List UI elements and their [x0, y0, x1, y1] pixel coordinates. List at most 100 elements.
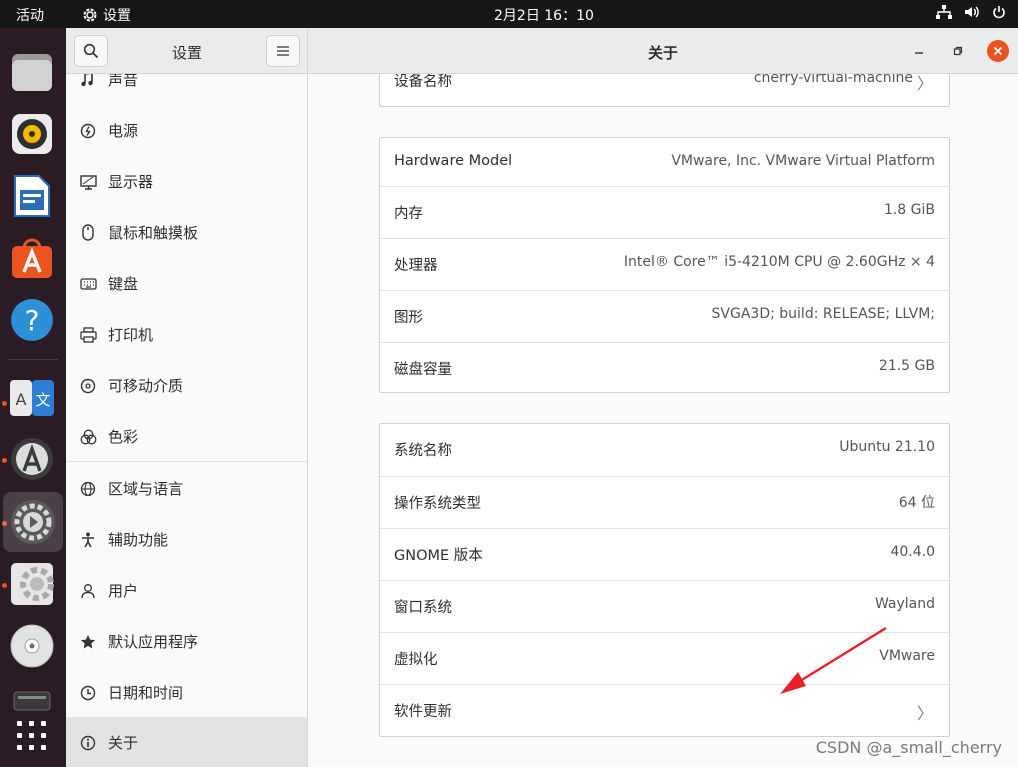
app-menu[interactable]: 设置 [82, 5, 131, 25]
sidebar-divider [66, 461, 307, 462]
power-icon [79, 122, 97, 140]
maximize-button[interactable] [947, 40, 969, 62]
row-value: SVGA3D; build: RELEASE; LLVM; [711, 306, 935, 322]
mouse-icon [79, 224, 97, 242]
hamburger-menu-icon [277, 46, 289, 56]
sidebar-item-date-time[interactable]: 日期和时间 [66, 667, 307, 718]
system-tray[interactable] [936, 5, 1006, 19]
removable-media-icon [79, 377, 97, 395]
sidebar-item-label: 默认应用程序 [108, 633, 199, 651]
star-icon [79, 633, 97, 651]
row-key: 图形 [394, 310, 423, 326]
rhythmbox-app-icon[interactable] [9, 111, 55, 157]
optical-disc-icon[interactable] [9, 623, 55, 669]
keyboard-icon [79, 275, 97, 293]
primary-menu-button[interactable] [266, 35, 300, 67]
sidebar-item-users[interactable]: 用户 [66, 565, 307, 616]
help-app-icon[interactable]: ? [9, 297, 55, 343]
sidebar-item-keyboard[interactable]: 键盘 [66, 258, 307, 309]
disk-capacity-row: 磁盘容量 21.5 GB [380, 342, 949, 394]
sidebar-item-accessibility[interactable]: 辅助功能 [66, 514, 307, 565]
users-icon [79, 582, 97, 600]
sidebar-item-removable-media[interactable]: 可移动介质 [66, 360, 307, 411]
processor-row: 处理器 Intel® Core™ i5-4210M CPU @ 2.60GHz … [380, 238, 949, 290]
row-value: cherry-virtual-machine [753, 74, 913, 86]
minimize-button[interactable] [908, 40, 930, 62]
software-updater-icon[interactable] [9, 436, 55, 482]
sidebar-item-mouse-touchpad[interactable]: 鼠标和触摸板 [66, 207, 307, 258]
sidebar-item-label: 关于 [108, 734, 139, 752]
os-name-row: 系统名称 Ubuntu 21.10 [380, 424, 949, 476]
dock: ? A文 [0, 28, 66, 767]
sidebar-item-label: 键盘 [108, 275, 139, 293]
sidebar-item-label: 显示器 [108, 173, 154, 191]
sidebar-item-default-apps[interactable]: 默认应用程序 [66, 616, 307, 667]
minimize-icon [915, 52, 923, 54]
row-value: 21.5 GB [878, 358, 935, 374]
chevron-right-icon: 〉 [916, 704, 933, 723]
show-applications-icon[interactable] [9, 713, 55, 759]
running-indicator [2, 583, 7, 588]
row-key: GNOME 版本 [394, 548, 483, 564]
power-menu-icon[interactable] [992, 5, 1006, 19]
row-value: Intel® Core™ i5-4210M CPU @ 2.60GHz × 4 [623, 254, 935, 270]
sidebar-header: 设置 [66, 28, 308, 74]
libreoffice-writer-icon[interactable] [9, 173, 55, 219]
clock[interactable]: 2月2日 16：10 [494, 5, 594, 25]
info-icon [79, 734, 97, 752]
annotation-arrow [780, 626, 887, 694]
sidebar-item-label: 鼠标和触摸板 [108, 224, 199, 242]
settings-gear-icon [82, 7, 98, 23]
row-value: Ubuntu 21.10 [839, 439, 935, 455]
gnome-version-row: GNOME 版本 40.4.0 [380, 528, 949, 580]
row-key: 处理器 [394, 258, 438, 274]
system-settings-gear-icon[interactable] [9, 561, 55, 607]
row-value: 1.8 GiB [883, 202, 935, 218]
row-value: 64 位 [898, 495, 935, 511]
sidebar-item-label: 可移动介质 [108, 377, 184, 395]
device-name-row[interactable]: 设备名称 cherry-virtual-machine 〉 [380, 74, 949, 107]
software-center-icon[interactable] [9, 235, 55, 281]
row-key: 内存 [394, 206, 423, 222]
row-key: 系统名称 [394, 443, 452, 459]
row-key: 设备名称 [394, 74, 452, 90]
hardware-card: Hardware Model VMware, Inc. VMware Virtu… [379, 137, 950, 393]
row-value: Wayland [874, 596, 935, 612]
settings-app-icon[interactable] [3, 492, 63, 552]
svg-text:A: A [16, 390, 27, 409]
row-key: 软件更新 [394, 704, 452, 720]
sidebar-item-power[interactable]: 电源 [66, 105, 307, 156]
close-button[interactable] [987, 40, 1009, 62]
dock-separator [8, 359, 58, 360]
sidebar-item-label: 电源 [108, 122, 139, 140]
row-key: 磁盘容量 [394, 362, 452, 378]
watermark: CSDN @a_small_cherry [815, 738, 1002, 757]
memory-row: 内存 1.8 GiB [380, 186, 949, 238]
sidebar-item-about[interactable]: 关于 [66, 717, 307, 767]
hardware-model-row: Hardware Model VMware, Inc. VMware Virtu… [380, 138, 949, 190]
sidebar-item-displays[interactable]: 显示器 [66, 156, 307, 207]
running-indicator [2, 401, 7, 406]
settings-sidebar: 声音 电源 显示器 鼠标和触摸板 键盘 打印机 可移动介质 色彩 区域与语言 辅… [66, 74, 308, 767]
running-indicator [2, 458, 7, 463]
app-menu-label: 设置 [103, 8, 131, 24]
close-icon [993, 46, 1003, 56]
network-icon[interactable] [936, 5, 952, 19]
display-icon [79, 173, 97, 191]
sidebar-item-label: 用户 [108, 582, 139, 600]
sidebar-item-color[interactable]: 色彩 [66, 411, 307, 462]
row-key: 虚拟化 [394, 652, 438, 668]
files-app-icon[interactable] [9, 49, 55, 95]
device-card: 设备名称 cherry-virtual-machine 〉 [379, 74, 950, 107]
globe-icon [79, 480, 97, 498]
sidebar-item-region-language[interactable]: 区域与语言 [66, 463, 307, 514]
sidebar-item-printers[interactable]: 打印机 [66, 309, 307, 360]
chevron-right-icon: 〉 [916, 74, 933, 93]
sidebar-item-label: 辅助功能 [108, 531, 169, 549]
activities-button[interactable]: 活动 [16, 5, 44, 25]
top-bar: 活动 设置 2月2日 16：10 [0, 0, 1018, 28]
language-support-icon[interactable]: A文 [9, 375, 55, 421]
sidebar-item-sound[interactable]: 声音 [66, 74, 307, 105]
volume-icon[interactable] [964, 5, 980, 19]
os-type-row: 操作系统类型 64 位 [380, 476, 949, 528]
